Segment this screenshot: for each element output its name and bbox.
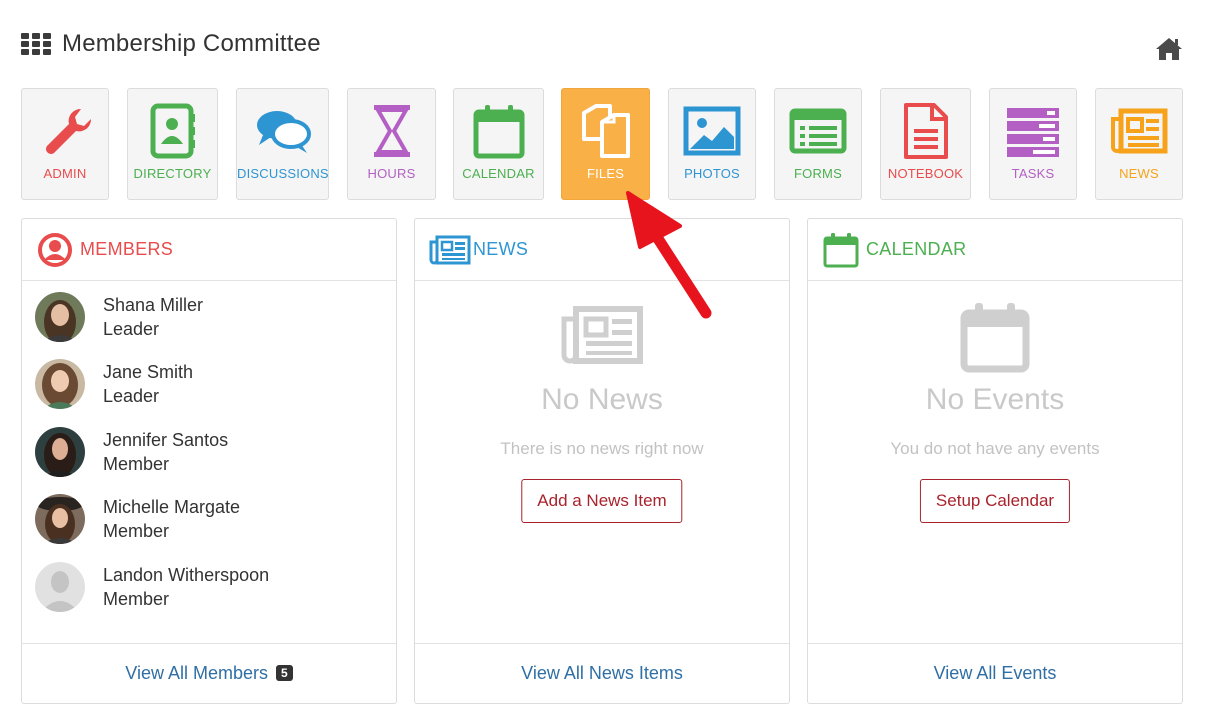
grid-icon[interactable] — [21, 33, 51, 55]
app-label: HOURS — [367, 166, 416, 181]
document-icon — [903, 103, 948, 159]
calendar-icon — [823, 232, 859, 267]
calendar-title: CALENDAR — [866, 239, 967, 259]
app-label: CALENDAR — [462, 166, 535, 181]
avatar — [35, 494, 85, 544]
member-name: Jane Smith — [103, 362, 194, 382]
news-panel-footer: View All News Items — [415, 643, 789, 703]
members-panel-header: MEMBERS — [22, 219, 396, 281]
address-book-icon — [150, 103, 195, 159]
app-label: FORMS — [794, 166, 842, 181]
calendar-icon — [960, 303, 1030, 373]
member-item[interactable]: Shana Miller Leader — [35, 291, 203, 343]
member-role: Leader — [103, 319, 160, 339]
avatar — [35, 292, 85, 342]
empty-state-message: You do not have any events — [890, 439, 1100, 458]
newspaper-icon — [1111, 108, 1168, 154]
member-name: Jennifer Santos — [103, 430, 229, 450]
app-discussions[interactable]: DISCUSSIONS — [236, 88, 329, 200]
calendar-panel: CALENDAR No Events You do not have any e… — [807, 218, 1183, 704]
app-label: NEWS — [1119, 166, 1159, 181]
empty-state-message: There is no news right now — [500, 439, 704, 458]
view-all-members-label: View All Members — [125, 663, 269, 683]
app-files[interactable]: FILES — [561, 88, 650, 200]
avatar-placeholder — [35, 562, 85, 612]
app-label: DISCUSSIONS — [237, 166, 329, 181]
app-label: NOTEBOOK — [887, 166, 964, 181]
chat-bubbles-icon — [256, 111, 311, 153]
app-launcher: ADMIN DIRECTORY DISCUSSIONS HOURS CALEND… — [21, 88, 1184, 200]
app-calendar[interactable]: CALENDAR — [453, 88, 544, 200]
app-tasks[interactable]: TASKS — [989, 88, 1077, 200]
app-directory[interactable]: DIRECTORY — [127, 88, 218, 200]
news-panel-header: NEWS — [415, 219, 789, 281]
member-item[interactable]: Jane Smith Leader — [35, 358, 193, 410]
image-icon — [683, 106, 741, 156]
member-name: Landon Witherspoon — [103, 565, 270, 585]
page-title: Membership Committee — [62, 30, 321, 57]
member-item[interactable]: Landon Witherspoon Member — [35, 561, 269, 613]
member-item[interactable]: Jennifer Santos Member — [35, 426, 228, 478]
avatar — [35, 427, 85, 477]
app-label: PHOTOS — [684, 166, 740, 181]
app-photos[interactable]: PHOTOS — [668, 88, 756, 200]
avatar — [35, 359, 85, 409]
app-label: ADMIN — [43, 166, 87, 181]
user-circle-icon — [38, 232, 72, 267]
calendar-icon — [473, 105, 524, 159]
member-name: Michelle Margate — [103, 497, 241, 517]
member-item[interactable]: Michelle Margate Member — [35, 493, 240, 545]
app-forms[interactable]: FORMS — [774, 88, 862, 200]
member-role: Member — [103, 521, 170, 541]
app-label: FILES — [586, 166, 625, 181]
app-news[interactable]: NEWS — [1095, 88, 1183, 200]
task-bars-icon — [1007, 108, 1059, 157]
member-role: Member — [103, 454, 170, 474]
app-label: TASKS — [1011, 166, 1055, 181]
app-notebook[interactable]: NOTEBOOK — [880, 88, 971, 200]
view-all-news-link[interactable]: View All News Items — [521, 663, 683, 684]
app-admin[interactable]: ADMIN — [21, 88, 109, 200]
wrench-icon — [46, 108, 92, 154]
members-panel: MEMBERS Shana Miller Leader Jane Smith L… — [21, 218, 397, 704]
newspaper-icon — [429, 235, 471, 264]
members-title: MEMBERS — [80, 239, 174, 259]
view-all-events-link[interactable]: View All Events — [934, 663, 1057, 684]
view-all-members-link[interactable]: View All Members 5 — [125, 663, 293, 684]
page-header: Membership Committee — [21, 26, 321, 62]
hourglass-icon — [373, 105, 410, 157]
members-panel-footer: View All Members 5 — [22, 643, 396, 703]
files-icon — [581, 104, 630, 158]
news-panel: NEWS No News There is no news right now … — [414, 218, 790, 704]
home-icon[interactable] — [1155, 36, 1183, 62]
setup-calendar-button[interactable]: Setup Calendar — [919, 479, 1071, 523]
member-role: Member — [103, 589, 170, 609]
app-label: DIRECTORY — [133, 166, 212, 181]
empty-state-title: No News — [541, 383, 663, 416]
member-count-badge: 5 — [276, 665, 293, 681]
list-form-icon — [789, 108, 847, 154]
empty-state-title: No Events — [925, 383, 1065, 416]
calendar-panel-footer: View All Events — [808, 643, 1182, 703]
member-name: Shana Miller — [103, 295, 204, 315]
newspaper-icon — [561, 306, 643, 364]
add-news-item-button[interactable]: Add a News Item — [521, 479, 683, 523]
app-hours[interactable]: HOURS — [347, 88, 436, 200]
calendar-panel-header: CALENDAR — [808, 219, 1182, 281]
member-role: Leader — [103, 386, 160, 406]
news-title: NEWS — [473, 239, 529, 259]
